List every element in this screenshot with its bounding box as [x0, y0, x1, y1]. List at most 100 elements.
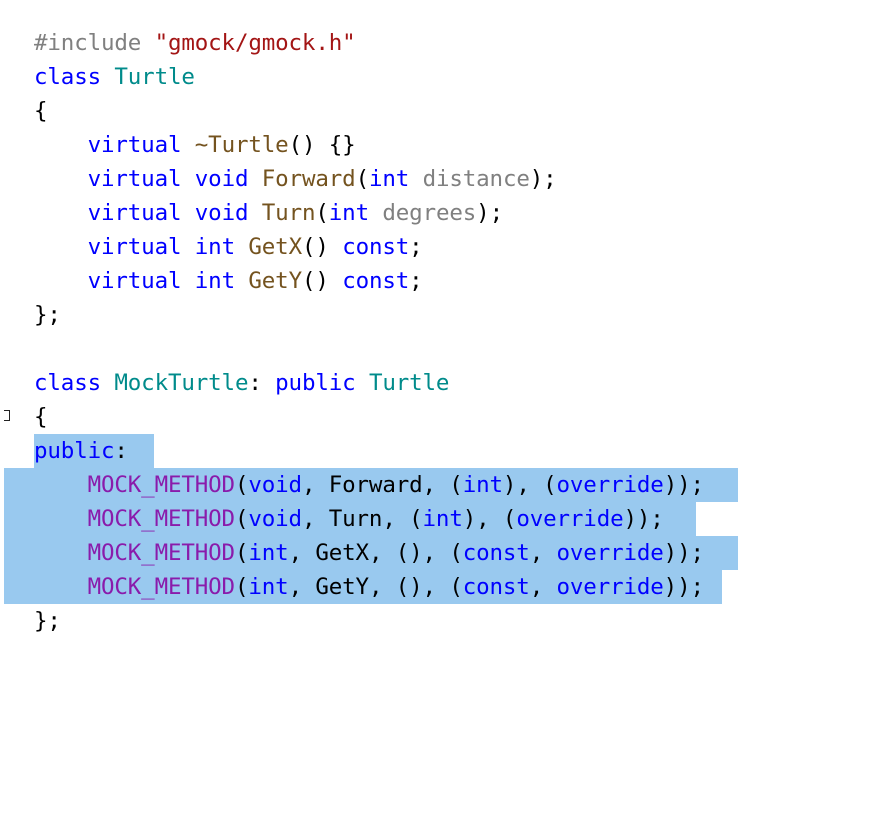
- code-text: MOCK_METHOD(void, Forward, (int), (overr…: [34, 468, 704, 502]
- code-text: virtual ~Turtle() {}: [34, 128, 356, 162]
- token-punc: ), (: [462, 506, 517, 532]
- token-kw: const: [342, 234, 410, 260]
- token-param: distance: [422, 166, 530, 192]
- token-punc: , GetX, (), (: [288, 540, 463, 566]
- code-line[interactable]: [0, 332, 888, 366]
- code-text: public:: [34, 434, 128, 468]
- token-fn: GetX: [248, 234, 302, 260]
- token-punc: [181, 234, 194, 260]
- token-kw: public: [275, 370, 356, 396]
- token-punc: (: [234, 472, 249, 498]
- token-kw: int: [422, 506, 463, 532]
- code-line[interactable]: virtual ~Turtle() {}: [0, 128, 888, 162]
- token-punc: :: [248, 370, 276, 396]
- token-punc: ));: [663, 574, 704, 600]
- code-text: virtual int GetY() const;: [34, 264, 423, 298]
- token-punc: , Forward, (: [301, 472, 463, 498]
- code-editor[interactable]: #include "gmock/gmock.h" class Turtle{ vi…: [0, 26, 888, 638]
- token-kw: override: [556, 472, 664, 498]
- token-punc: };: [34, 608, 61, 634]
- token-punc: );: [529, 166, 557, 192]
- token-punc: (): [301, 234, 343, 260]
- code-line[interactable]: MOCK_METHOD(void, Forward, (int), (overr…: [0, 468, 888, 502]
- code-line[interactable]: virtual int GetX() const;: [0, 230, 888, 264]
- token-punc: [181, 268, 194, 294]
- fold-marker-icon[interactable]: [4, 410, 10, 421]
- token-kw: virtual: [87, 132, 182, 158]
- token-punc: [101, 370, 114, 396]
- token-kw: const: [342, 268, 410, 294]
- code-line[interactable]: public:: [0, 434, 888, 468]
- token-kw: override: [556, 540, 664, 566]
- token-kw: virtual: [87, 268, 182, 294]
- code-line[interactable]: #include "gmock/gmock.h": [0, 26, 888, 60]
- token-fn: Turn: [261, 200, 316, 226]
- token-punc: {: [34, 404, 48, 430]
- token-punc: [34, 132, 88, 158]
- token-punc: [248, 166, 261, 192]
- code-text: {: [34, 94, 48, 128]
- token-punc: [34, 268, 88, 294]
- token-punc: [34, 472, 88, 498]
- code-line[interactable]: virtual int GetY() const;: [0, 264, 888, 298]
- code-line[interactable]: {: [0, 94, 888, 128]
- token-macro: MOCK_METHOD: [87, 540, 236, 566]
- code-text: };: [34, 604, 61, 638]
- code-line[interactable]: MOCK_METHOD(int, GetX, (), (const, overr…: [0, 536, 888, 570]
- code-text: class MockTurtle: public Turtle: [34, 366, 449, 400]
- token-param: degrees: [382, 200, 477, 226]
- token-punc: (: [234, 506, 249, 532]
- token-punc: (: [234, 540, 249, 566]
- token-pp: #include: [34, 30, 142, 56]
- token-kw: int: [248, 540, 289, 566]
- code-text: virtual void Turn(int degrees);: [34, 196, 504, 230]
- code-text: {: [34, 400, 48, 434]
- token-punc: };: [34, 302, 61, 328]
- code-line[interactable]: MOCK_METHOD(void, Turn, (int), (override…: [0, 502, 888, 536]
- code-line[interactable]: class MockTurtle: public Turtle: [0, 366, 888, 400]
- token-kw: public: [34, 438, 115, 464]
- code-line[interactable]: class Turtle: [0, 60, 888, 94]
- token-punc: [181, 200, 194, 226]
- token-punc: [141, 30, 154, 56]
- code-line[interactable]: {: [0, 400, 888, 434]
- token-kw: void: [194, 166, 249, 192]
- token-kw: class: [34, 370, 101, 396]
- code-line[interactable]: virtual void Turn(int degrees);: [0, 196, 888, 230]
- token-punc: (): [301, 268, 343, 294]
- token-punc: [235, 234, 248, 260]
- code-line[interactable]: MOCK_METHOD(int, GetY, (), (const, overr…: [0, 570, 888, 604]
- code-line[interactable]: };: [0, 298, 888, 332]
- token-punc: [181, 166, 194, 192]
- code-text: #include "gmock/gmock.h": [34, 26, 356, 60]
- token-punc: () {}: [288, 132, 356, 158]
- token-punc: ));: [663, 472, 704, 498]
- token-fn: GetY: [248, 268, 302, 294]
- code-text: };: [34, 298, 61, 332]
- token-macro: MOCK_METHOD: [87, 574, 236, 600]
- token-kw: class: [34, 64, 101, 90]
- token-punc: [369, 200, 382, 226]
- token-punc: );: [476, 200, 503, 226]
- code-line[interactable]: };: [0, 604, 888, 638]
- token-punc: [235, 268, 248, 294]
- token-punc: :: [114, 438, 128, 464]
- token-macro: MOCK_METHOD: [87, 506, 236, 532]
- code-text: MOCK_METHOD(int, GetY, (), (const, overr…: [34, 570, 704, 604]
- token-punc: [356, 370, 369, 396]
- token-punc: ,: [529, 540, 557, 566]
- token-punc: [34, 166, 88, 192]
- token-kw: void: [248, 506, 302, 532]
- token-punc: , GetY, (), (: [288, 574, 463, 600]
- token-cls: Turtle: [114, 64, 195, 90]
- token-cls: MockTurtle: [114, 370, 249, 396]
- token-kw: int: [194, 268, 235, 294]
- token-punc: [181, 132, 194, 158]
- token-punc: ));: [623, 506, 664, 532]
- token-punc: (: [234, 574, 249, 600]
- token-punc: [34, 574, 88, 600]
- code-line[interactable]: virtual void Forward(int distance);: [0, 162, 888, 196]
- code-text: virtual int GetX() const;: [34, 230, 423, 264]
- token-punc: [248, 200, 261, 226]
- token-kw: void: [194, 200, 249, 226]
